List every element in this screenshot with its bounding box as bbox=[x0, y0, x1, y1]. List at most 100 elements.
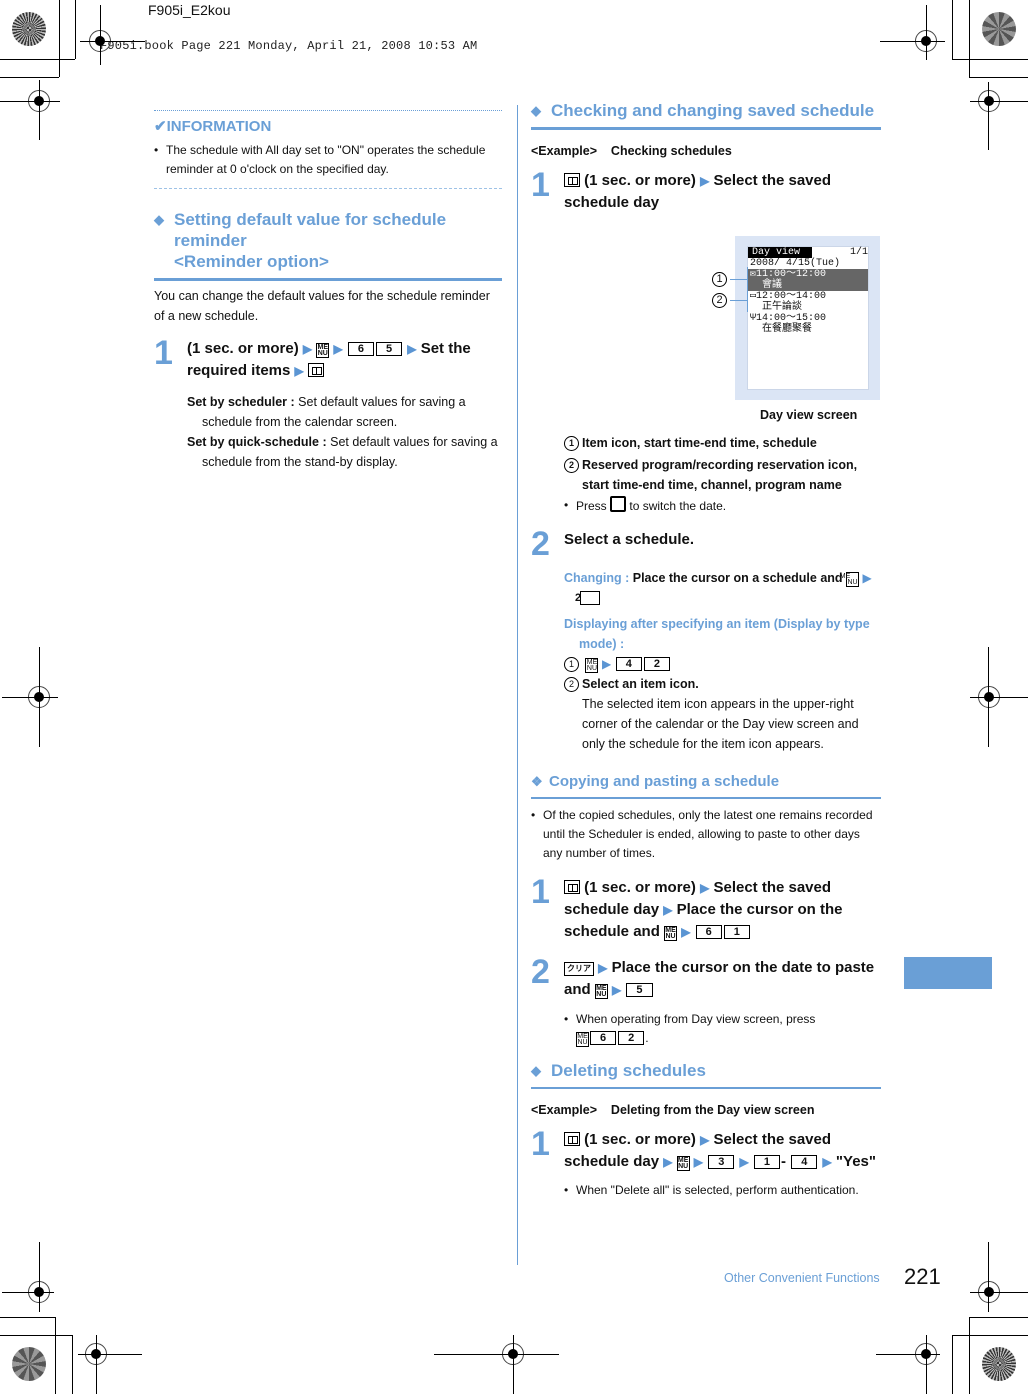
schedule-entry[interactable]: ✉11:00～12:00 會議 bbox=[748, 269, 868, 291]
copying-section: ❖ Copying and pasting a schedule Of the … bbox=[531, 771, 881, 1048]
page-number: 221 bbox=[904, 1264, 941, 1289]
chapter-index-tab bbox=[904, 957, 992, 989]
arrow-right-icon: ▶ bbox=[693, 1155, 704, 1169]
clear-key-icon: クリア bbox=[564, 962, 594, 976]
key-5: 5 bbox=[376, 342, 403, 356]
key-6: 6 bbox=[347, 342, 374, 356]
registration-rosette-icon bbox=[982, 1347, 1016, 1381]
arrow-right-icon: ▶ bbox=[333, 342, 343, 356]
registration-rosette-icon bbox=[982, 12, 1016, 46]
information-heading: ✔INFORMATION bbox=[154, 118, 272, 135]
copying-bullet: Of the copied schedules, only the latest… bbox=[531, 806, 881, 863]
deleting-note: When "Delete all" is selected, perform a… bbox=[564, 1181, 881, 1200]
fleuron-icon: ❖ bbox=[531, 774, 543, 789]
step-2-options: Changing : Place the cursor on a schedul… bbox=[564, 568, 884, 754]
step-number: 1 bbox=[531, 1125, 550, 1163]
menu-key-icon: ME NU bbox=[316, 343, 330, 358]
checking-details: 1 Item icon, start time-end time, schedul… bbox=[564, 433, 884, 516]
footer-section-name: Other Convenient Functions bbox=[724, 1271, 880, 1285]
copying-step-1: 1 (1 sec. or more) ▶ Select the saved sc… bbox=[531, 873, 843, 941]
arrow-right-icon: ▶ bbox=[601, 657, 612, 671]
menu-key-icon: ME NU bbox=[594, 984, 608, 999]
callout-bracket bbox=[747, 267, 748, 312]
diamond-icon: ◆ bbox=[154, 212, 164, 227]
info-bottom-border bbox=[154, 188, 502, 189]
option-set-by-scheduler: Set by scheduler : Set default values fo… bbox=[187, 395, 466, 429]
reminder-step-1: 1 (1 sec. or more) ▶ ME NU ▶ 65 ▶ Set the… bbox=[154, 334, 471, 379]
schedule-key-icon bbox=[307, 363, 324, 377]
legend-item-1: 1 Item icon, start time-end time, schedul… bbox=[564, 433, 884, 453]
legend-item-2: 2 Reserved program/recording reservation … bbox=[564, 455, 884, 495]
step-number: 2 bbox=[531, 953, 550, 991]
diamond-icon: ◆ bbox=[531, 1063, 541, 1078]
diamond-icon: ◆ bbox=[531, 103, 541, 118]
registration-rosette-icon bbox=[12, 1347, 46, 1381]
example-line: <Example> Checking schedules bbox=[531, 144, 732, 158]
section-rule bbox=[531, 127, 881, 130]
section-heading-deleting: ◆ Deleting schedules bbox=[531, 1061, 706, 1080]
step-number: 1 bbox=[531, 873, 550, 911]
check-icon: ✔ bbox=[154, 118, 167, 135]
schedule-entry[interactable]: Ψ14:00～15:00 在餐廳聚餐 bbox=[748, 313, 868, 335]
callout-2: 2 bbox=[712, 293, 727, 308]
section-heading-copying: ❖ Copying and pasting a schedule bbox=[531, 773, 780, 790]
callout-line bbox=[730, 279, 748, 280]
reminder-intro: You can change the default values for th… bbox=[154, 289, 490, 323]
information-bullet: The schedule with All day set to "ON" op… bbox=[154, 141, 502, 179]
arrow-right-icon: ▶ bbox=[663, 1155, 673, 1169]
displaying-sub-2: 2 Select an item icon. The selected item … bbox=[564, 674, 884, 754]
print-file-label: F905i_E2kou bbox=[148, 2, 231, 18]
menu-key-icon: ME NU bbox=[664, 926, 678, 941]
reminder-options: Set by scheduler : Set default values fo… bbox=[154, 392, 502, 472]
menu-key-icon: ME NU bbox=[576, 1032, 589, 1047]
changing-option: Changing : Place the cursor on a schedul… bbox=[564, 571, 872, 605]
section-heading-checking: ◆ Checking and changing saved schedule bbox=[531, 101, 875, 120]
step-number: 1 bbox=[531, 166, 550, 204]
arrow-right-icon: ▶ bbox=[294, 364, 304, 378]
screen-header: Day view 1/1 bbox=[748, 247, 868, 258]
menu-key-icon: ME NU bbox=[585, 658, 599, 673]
arrow-right-icon: ▶ bbox=[700, 174, 710, 188]
column-divider bbox=[517, 105, 518, 1265]
menu-key-icon: ME NU bbox=[839, 572, 860, 587]
section-rule bbox=[154, 278, 502, 281]
schedule-entry[interactable]: ▭12:00～14:00 正午論談 bbox=[748, 291, 868, 313]
displaying-sub-1: 1 ME NU ▶ 42 bbox=[564, 654, 884, 674]
print-book-info: F905i.book Page 221 Monday, April 21, 20… bbox=[100, 39, 478, 53]
step-number: 1 bbox=[154, 334, 173, 372]
arrow-right-icon: ▶ bbox=[681, 925, 691, 939]
deleting-step-1: 1 (1 sec. or more) ▶ Select the saved sc… bbox=[531, 1125, 876, 1171]
day-view-screen: Day view 1/1 2008/ 4/15(Tue) ✉11:00～12:0… bbox=[747, 246, 869, 390]
arrow-right-icon: ▶ bbox=[598, 961, 608, 975]
arrow-right-icon: ▶ bbox=[663, 903, 673, 917]
deleting-section: ◆ Deleting schedules <Example> Deleting … bbox=[531, 1060, 881, 1200]
arrow-right-icon: ▶ bbox=[407, 342, 417, 356]
example-line: <Example> Deleting from the Day view scr… bbox=[531, 1103, 815, 1117]
copying-note: When operating from Day view screen, pre… bbox=[564, 1010, 881, 1048]
left-column: ✔INFORMATION The schedule with All day s… bbox=[154, 110, 502, 472]
arrow-right-icon: ▶ bbox=[739, 1155, 749, 1169]
info-top-border bbox=[154, 110, 502, 111]
copying-step-2: 2 クリア ▶ Place the cursor on the date to … bbox=[531, 953, 875, 999]
arrow-right-icon: ▶ bbox=[862, 571, 872, 585]
arrow-right-icon: ▶ bbox=[612, 983, 622, 997]
option-set-by-quick-schedule: Set by quick-schedule : Set default valu… bbox=[187, 435, 498, 469]
section-rule bbox=[531, 1087, 881, 1089]
screen-caption: Day view screen bbox=[760, 408, 858, 422]
checking-step-2: 2 Select a schedule. bbox=[531, 525, 695, 563]
menu-key-icon: ME NU bbox=[676, 1156, 690, 1171]
screen-date: 2008/ 4/15(Tue) bbox=[750, 258, 841, 269]
callout-1: 1 bbox=[712, 272, 727, 287]
arrow-right-icon: ▶ bbox=[302, 342, 313, 356]
arrow-right-icon: ▶ bbox=[700, 881, 710, 895]
nav-key-icon bbox=[610, 496, 627, 512]
section-heading-reminder: ◆ Setting default value for schedule rem… bbox=[154, 210, 447, 271]
displaying-option: Displaying after specifying an item (Dis… bbox=[564, 617, 870, 651]
press-note: Press to switch the date. bbox=[564, 496, 884, 516]
checking-step-1: 1 (1 sec. or more) ▶ Select the saved sc… bbox=[531, 166, 832, 211]
screen-page: 1/1 bbox=[849, 247, 868, 258]
arrow-right-icon: ▶ bbox=[700, 1133, 710, 1147]
arrow-right-icon: ▶ bbox=[822, 1155, 832, 1169]
schedule-key-icon bbox=[564, 1132, 580, 1146]
schedule-key-icon bbox=[564, 173, 580, 187]
